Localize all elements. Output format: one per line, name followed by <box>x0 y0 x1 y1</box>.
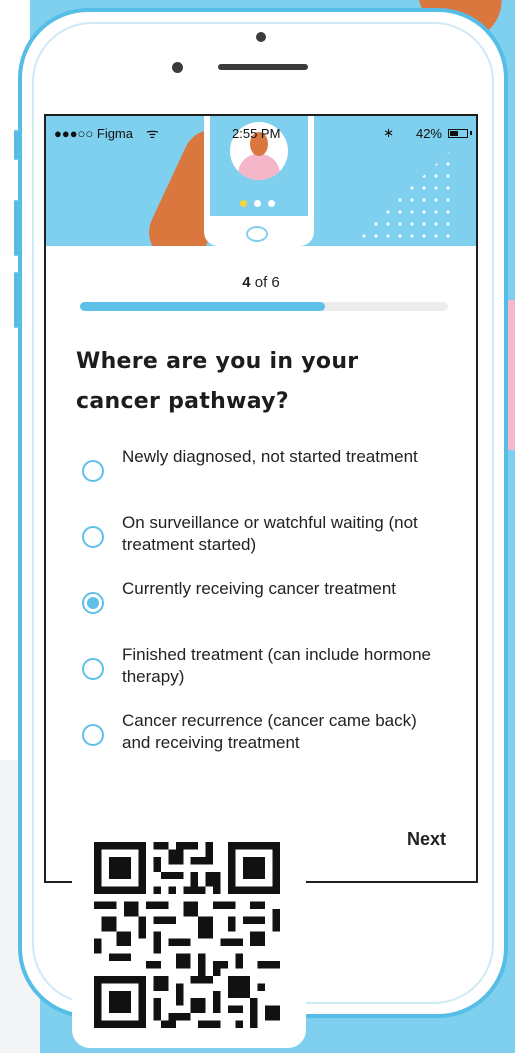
illustration-dot <box>268 200 275 207</box>
option-label: Cancer recurrence (cancer came back) and… <box>122 711 417 752</box>
mute-switch <box>14 130 18 160</box>
next-button[interactable]: Next <box>407 829 446 850</box>
option-finished-treatment[interactable]: Finished treatment (can include hormone … <box>78 644 458 710</box>
qr-code <box>94 842 280 1028</box>
carrier-signal: ●●●○○ Figma <box>54 126 133 141</box>
radio-button[interactable] <box>82 460 104 482</box>
earpiece-speaker <box>218 64 308 70</box>
battery-tip <box>470 131 472 135</box>
volume-down-button <box>14 272 18 328</box>
option-surveillance[interactable]: On surveillance or watchful waiting (not… <box>78 512 458 578</box>
proximity-sensor <box>256 32 266 42</box>
illustration-dot <box>240 200 247 207</box>
radio-button[interactable] <box>82 724 104 746</box>
illustration-home-button <box>246 226 268 242</box>
qr-code-card <box>72 820 306 1048</box>
status-bar: ●●●○○ Figma ᯤ 2:55 PM ∗ 42% <box>46 124 476 144</box>
radio-button[interactable] <box>82 526 104 548</box>
battery-icon <box>448 129 468 138</box>
progress-bar-fill <box>80 302 326 311</box>
option-recurrence[interactable]: Cancer recurrence (cancer came back) and… <box>78 710 458 776</box>
battery-percentage: 42% <box>415 126 442 141</box>
volume-up-button <box>14 200 18 256</box>
option-label: Newly diagnosed, not started treatment <box>122 447 418 466</box>
hero-illustration: ●●●○○ Figma ᯤ 2:55 PM ∗ 42% <box>46 116 476 246</box>
option-newly-diagnosed[interactable]: Newly diagnosed, not started treatment <box>78 446 458 512</box>
radio-button[interactable] <box>82 592 104 614</box>
progress-bar <box>80 302 448 311</box>
option-label: Currently receiving cancer treatment <box>122 579 397 598</box>
illustration-dot <box>254 200 261 207</box>
answer-options: Newly diagnosed, not started treatment O… <box>78 446 458 776</box>
avatar-body <box>238 154 280 180</box>
option-label: Finished treatment (can include hormone … <box>122 645 431 686</box>
step-current: 4 <box>242 274 251 291</box>
step-indicator: 4 of 6 <box>46 274 476 291</box>
step-total: of 6 <box>254 274 280 291</box>
front-camera <box>172 62 183 73</box>
app-screen: ●●●○○ Figma ᯤ 2:55 PM ∗ 42% 4 of 6 Where… <box>44 114 478 883</box>
clock: 2:55 PM <box>232 126 281 141</box>
bluetooth-icon: ∗ <box>383 125 394 140</box>
question-title: Where are you in your cancer pathway? <box>76 349 359 414</box>
option-label: On surveillance or watchful waiting (not… <box>122 513 418 554</box>
wifi-icon: ᯤ <box>146 125 159 141</box>
radio-button[interactable] <box>82 658 104 680</box>
dotted-pattern <box>346 146 456 246</box>
option-receiving-treatment[interactable]: Currently receiving cancer treatment <box>78 578 458 644</box>
